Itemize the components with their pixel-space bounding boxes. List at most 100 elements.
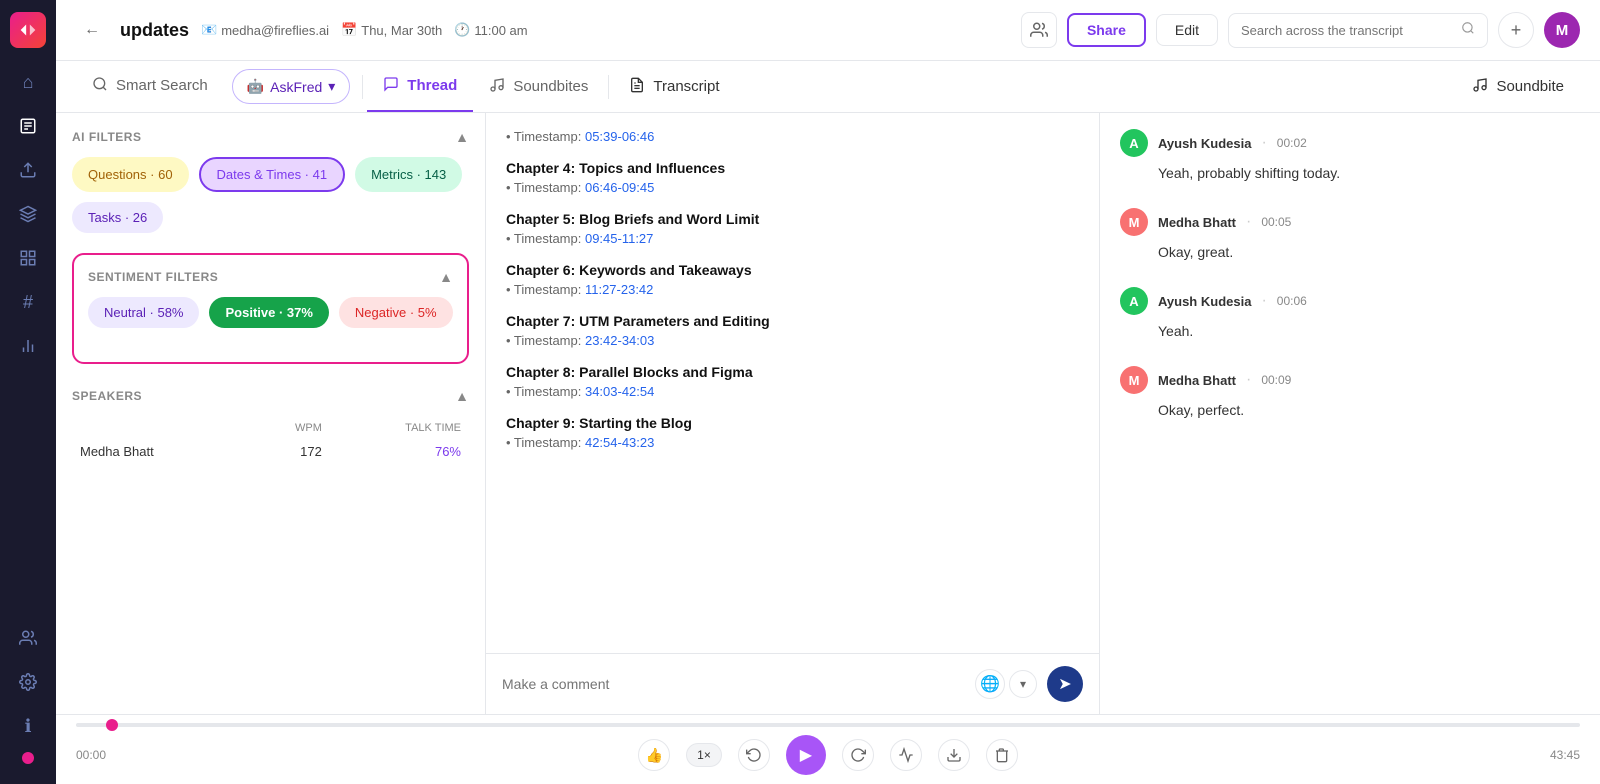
- transcript-search-input[interactable]: [1241, 23, 1453, 38]
- speaker-name-3: Ayush Kudesia: [1158, 294, 1251, 309]
- meta-date: 📅 Thu, Mar 30th: [341, 22, 442, 38]
- time-end: 43:45: [1550, 748, 1580, 762]
- transcript-speaker-1: A Ayush Kudesia · 00:02: [1120, 129, 1580, 157]
- chip-dates-times[interactable]: Dates & Times · 41: [199, 157, 346, 192]
- page-title: updates: [120, 20, 189, 41]
- nav-document-icon[interactable]: [10, 108, 46, 144]
- thread-content: • Timestamp: 05:39-06:46 Chapter 4: Topi…: [486, 113, 1099, 653]
- nav-grid-icon[interactable]: [10, 240, 46, 276]
- forward-button[interactable]: [842, 739, 874, 771]
- nav-people-icon[interactable]: [10, 620, 46, 656]
- speaker-time-4: 00:09: [1261, 373, 1291, 387]
- share-button[interactable]: Share: [1067, 13, 1146, 47]
- thumbs-up-button[interactable]: 👍: [638, 739, 670, 771]
- main-content: ← updates 📧 medha@fireflies.ai 📅 Thu, Ma…: [56, 0, 1600, 784]
- timestamp-link-ch6[interactable]: 11:27-23:42: [585, 282, 653, 297]
- chip-neutral[interactable]: Neutral · 58%: [88, 297, 199, 328]
- nav-hashtag-icon[interactable]: #: [10, 284, 46, 320]
- download-button[interactable]: [938, 739, 970, 771]
- sentiment-chips: Neutral · 58% Positive · 37% Negative · …: [88, 297, 453, 328]
- chapter-7: Chapter 7: UTM Parameters and Editing • …: [506, 313, 1079, 348]
- soundbite-right-icon: [1472, 77, 1488, 97]
- speaker-name-cell: Medha Bhatt: [74, 440, 247, 463]
- transcript-entry-3: A Ayush Kudesia · 00:06 Yeah.: [1120, 287, 1580, 342]
- tab-divider: [362, 75, 363, 99]
- ai-filters-collapse[interactable]: ▲: [455, 129, 469, 145]
- time-start: 00:00: [76, 748, 106, 762]
- chapter-5: Chapter 5: Blog Briefs and Word Limit • …: [506, 211, 1079, 246]
- edit-button[interactable]: Edit: [1156, 14, 1218, 46]
- nav-info-icon[interactable]: ℹ: [10, 708, 46, 744]
- tab-askfred[interactable]: 🤖 AskFred ▾: [232, 69, 351, 104]
- speakers-collapse[interactable]: ▲: [455, 388, 469, 404]
- sentiment-filters-collapse[interactable]: ▲: [439, 269, 453, 285]
- chip-negative[interactable]: Negative · 5%: [339, 297, 453, 328]
- nav-layers-icon[interactable]: [10, 196, 46, 232]
- transcript-text-1: Yeah, probably shifting today.: [1120, 163, 1580, 184]
- participants-button[interactable]: [1021, 12, 1057, 48]
- transcript-text-3: Yeah.: [1120, 321, 1580, 342]
- back-button[interactable]: ←: [76, 14, 108, 46]
- thread-icon: [383, 76, 399, 96]
- transcript-content: A Ayush Kudesia · 00:02 Yeah, probably s…: [1100, 113, 1600, 714]
- sentiment-filters-title: SENTIMENT FILTERS: [88, 270, 218, 284]
- transcript-speaker-4: M Medha Bhatt · 00:09: [1120, 366, 1580, 394]
- player-controls: 00:00 👍 1× ▶ 43:45: [76, 735, 1580, 775]
- timestamp-link-ch5[interactable]: 09:45-11:27: [585, 231, 653, 246]
- chip-metrics[interactable]: Metrics · 143: [355, 157, 462, 192]
- tab-bar: Smart Search 🤖 AskFred ▾ Thread Soundbit…: [56, 61, 1600, 113]
- thread-panel: • Timestamp: 05:39-06:46 Chapter 4: Topi…: [486, 113, 1100, 714]
- speed-button[interactable]: 1×: [686, 743, 722, 767]
- nav-upload-icon[interactable]: [10, 152, 46, 188]
- tab-smart-search[interactable]: Smart Search: [76, 62, 224, 112]
- body-area: AI FILTERS ▲ Questions · 60 Dates & Time…: [56, 113, 1600, 714]
- progress-dot[interactable]: [106, 719, 118, 731]
- globe-button[interactable]: 🌐: [975, 669, 1005, 699]
- chip-questions[interactable]: Questions · 60: [72, 157, 189, 192]
- recording-indicator: [22, 752, 34, 764]
- timestamp-link-ch7[interactable]: 23:42-34:03: [585, 333, 654, 348]
- timestamp-link-ch9[interactable]: 42:54-43:23: [585, 435, 654, 450]
- comment-input[interactable]: [502, 676, 965, 692]
- askfred-icon: 🤖: [247, 78, 264, 95]
- tab-soundbite-right[interactable]: Soundbite: [1456, 63, 1580, 111]
- send-button[interactable]: ➤: [1047, 666, 1083, 702]
- ai-filters-title: AI FILTERS: [72, 130, 141, 144]
- chapter-7-timestamp: • Timestamp: 23:42-34:03: [506, 333, 1079, 348]
- meta-email: 📧 medha@fireflies.ai: [201, 22, 329, 38]
- chapter-8-timestamp: • Timestamp: 34:03-42:54: [506, 384, 1079, 399]
- app-logo[interactable]: [10, 12, 46, 48]
- tab-divider-2: [608, 75, 609, 99]
- dropdown-button[interactable]: ▾: [1009, 670, 1037, 698]
- left-panel: AI FILTERS ▲ Questions · 60 Dates & Time…: [56, 113, 486, 714]
- avatar[interactable]: M: [1544, 12, 1580, 48]
- waveform-button[interactable]: [890, 739, 922, 771]
- transcript-search-box[interactable]: [1228, 13, 1488, 48]
- timestamp-link-prev[interactable]: 05:39-06:46: [585, 129, 654, 144]
- transcript-entry-4: M Medha Bhatt · 00:09 Okay, perfect.: [1120, 366, 1580, 421]
- nav-chart-icon[interactable]: [10, 328, 46, 364]
- play-button[interactable]: ▶: [786, 735, 826, 775]
- chip-tasks[interactable]: Tasks · 26: [72, 202, 163, 233]
- delete-button[interactable]: [986, 739, 1018, 771]
- rewind-button[interactable]: [738, 739, 770, 771]
- nav-settings-icon[interactable]: [10, 664, 46, 700]
- add-button[interactable]: +: [1498, 12, 1534, 48]
- nav-home-icon[interactable]: ⌂: [10, 64, 46, 100]
- transcript-text-4: Okay, perfect.: [1120, 400, 1580, 421]
- speaker-talk-time-cell: 76%: [330, 440, 467, 463]
- progress-bar[interactable]: [76, 723, 1580, 727]
- avatar-medha-2: M: [1120, 366, 1148, 394]
- chapter-6-timestamp: • Timestamp: 11:27-23:42: [506, 282, 1079, 297]
- chapter-9-timestamp: • Timestamp: 42:54-43:23: [506, 435, 1079, 450]
- tab-soundbites[interactable]: Soundbites: [473, 63, 604, 111]
- transcript-speaker-3: A Ayush Kudesia · 00:06: [1120, 287, 1580, 315]
- tab-thread[interactable]: Thread: [367, 62, 473, 112]
- header-meta: 📧 medha@fireflies.ai 📅 Thu, Mar 30th 🕐 1…: [201, 22, 528, 38]
- timestamp-link-ch4[interactable]: 06:46-09:45: [585, 180, 654, 195]
- timestamp-link-ch8[interactable]: 34:03-42:54: [585, 384, 654, 399]
- chip-positive[interactable]: Positive · 37%: [209, 297, 328, 328]
- chapter-9: Chapter 9: Starting the Blog • Timestamp…: [506, 415, 1079, 450]
- tab-transcript[interactable]: Transcript: [613, 63, 735, 111]
- transcript-text-2: Okay, great.: [1120, 242, 1580, 263]
